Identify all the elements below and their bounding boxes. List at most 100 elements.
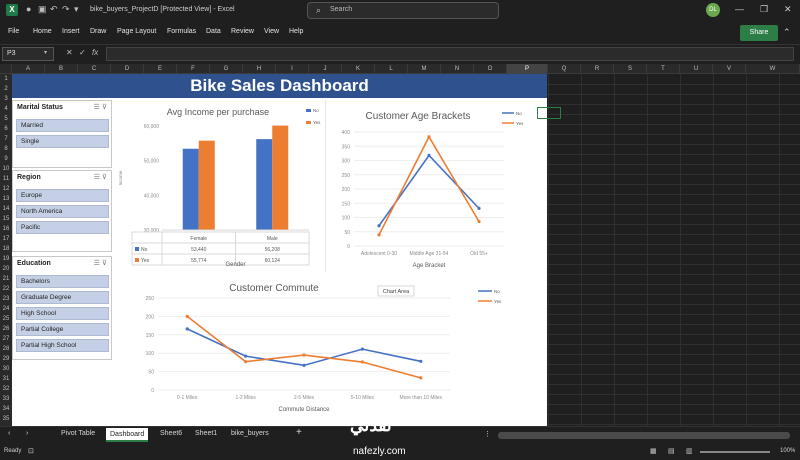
slicer-item-graduate-degree[interactable]: Graduate Degree <box>16 291 109 304</box>
page-layout-view-icon[interactable]: ▤ <box>668 447 675 455</box>
zoom-slider[interactable] <box>700 451 770 453</box>
menu-file[interactable]: File <box>8 28 19 35</box>
slicer-education[interactable]: Education ☰ ⊽ Bachelors Graduate Degree … <box>12 256 112 360</box>
column-header-cell[interactable]: V <box>713 64 746 74</box>
enter-formula-icon[interactable]: ✓ <box>79 48 86 57</box>
column-header-cell[interactable]: T <box>647 64 680 74</box>
redo-icon[interactable]: ↷ <box>62 4 70 15</box>
row-header-cell[interactable]: 24 <box>0 304 12 314</box>
menu-view[interactable]: View <box>264 28 279 35</box>
row-header-cell[interactable]: 22 <box>0 284 12 294</box>
slicer-item-single[interactable]: Single <box>16 135 109 148</box>
row-header-cell[interactable]: 32 <box>0 384 12 394</box>
column-header-cell[interactable]: O <box>474 64 507 74</box>
column-header-cell[interactable]: D <box>111 64 144 74</box>
restore-icon[interactable]: ❐ <box>760 4 768 15</box>
row-header-cell[interactable]: 20 <box>0 264 12 274</box>
column-header-cell[interactable]: M <box>408 64 441 74</box>
column-header-cell[interactable]: S <box>614 64 647 74</box>
row-header-cell[interactable]: 18 <box>0 244 12 254</box>
slicer-region[interactable]: Region ☰ ⊽ Europe North America Pacific <box>12 170 112 252</box>
column-header-cell-selected[interactable]: P <box>507 64 548 74</box>
row-header-cell[interactable]: 15 <box>0 214 12 224</box>
row-header-cell[interactable]: 26 <box>0 324 12 334</box>
tab-pivot-table[interactable]: Pivot Table <box>61 430 95 437</box>
slicer-item-bachelors[interactable]: Bachelors <box>16 275 109 288</box>
cancel-formula-icon[interactable]: ✕ <box>66 48 73 57</box>
row-header-cell[interactable]: 12 <box>0 184 12 194</box>
menu-home[interactable]: Home <box>33 28 52 35</box>
name-box-dropdown-icon[interactable]: ▾ <box>44 49 47 56</box>
row-header-cell[interactable]: 25 <box>0 314 12 324</box>
select-all-corner[interactable] <box>0 64 12 74</box>
tab-scroll-left-icon[interactable]: ‹ <box>8 430 10 437</box>
multi-select-icon[interactable]: ☰ ⊽ <box>94 103 107 111</box>
row-header-cell[interactable]: 30 <box>0 364 12 374</box>
column-header-cell[interactable]: H <box>243 64 276 74</box>
slicer-item-north-america[interactable]: North America <box>16 205 109 218</box>
column-header-cell[interactable]: U <box>680 64 713 74</box>
column-header-cell[interactable]: E <box>144 64 177 74</box>
column-header-cell[interactable]: L <box>375 64 408 74</box>
undo-icon[interactable]: ↶ <box>50 4 58 15</box>
share-button[interactable]: Share <box>740 25 778 41</box>
row-header-cell[interactable]: 19 <box>0 254 12 264</box>
row-header-cell[interactable]: 14 <box>0 204 12 214</box>
slicer-item-partial-high-school[interactable]: Partial High School <box>16 339 109 352</box>
multi-select-icon[interactable]: ☰ ⊽ <box>94 173 107 181</box>
ribbon-collapse-icon[interactable]: ⌃ <box>783 27 791 38</box>
row-header-cell[interactable]: 31 <box>0 374 12 384</box>
row-header-cell[interactable]: 3 <box>0 94 12 104</box>
save-icon[interactable]: ▣ <box>38 4 47 15</box>
row-header-cell[interactable]: 5 <box>0 114 12 124</box>
menu-formulas[interactable]: Formulas <box>167 28 196 35</box>
column-header-cell[interactable]: W <box>746 64 800 74</box>
multi-select-icon[interactable]: ☰ ⊽ <box>94 259 107 267</box>
autosave-toggle-icon[interactable]: ● <box>26 4 31 14</box>
row-header-cell[interactable]: 6 <box>0 124 12 134</box>
menu-data[interactable]: Data <box>206 28 221 35</box>
menu-insert[interactable]: Insert <box>62 28 80 35</box>
chart-age-brackets[interactable]: Customer Age Brackets 0 50 100 150 200 250 300 3… <box>325 100 535 272</box>
user-avatar[interactable]: DL <box>706 3 720 17</box>
column-header-cell[interactable]: N <box>441 64 474 74</box>
row-header-cell[interactable]: 27 <box>0 334 12 344</box>
formula-input[interactable] <box>106 47 794 61</box>
normal-view-icon[interactable]: ▦ <box>650 447 657 455</box>
tab-bike-buyers[interactable]: bike_buyers <box>231 430 269 437</box>
column-header-cell[interactable]: I <box>276 64 309 74</box>
zoom-level[interactable]: 100% <box>780 448 795 454</box>
row-header-cell[interactable]: 8 <box>0 144 12 154</box>
add-sheet-icon[interactable]: + <box>296 427 302 438</box>
row-header-cell[interactable]: 10 <box>0 164 12 174</box>
tab-sheet1[interactable]: Sheet1 <box>195 430 217 437</box>
menu-help[interactable]: Help <box>289 28 303 35</box>
column-header-cell[interactable]: C <box>78 64 111 74</box>
row-header-cell[interactable]: 17 <box>0 234 12 244</box>
menu-review[interactable]: Review <box>231 28 254 35</box>
row-header-cell[interactable]: 35 <box>0 414 12 424</box>
row-header-cell[interactable]: 16 <box>0 224 12 234</box>
column-header-cell[interactable]: A <box>12 64 45 74</box>
slicer-item-pacific[interactable]: Pacific <box>16 221 109 234</box>
chart-avg-income[interactable]: Avg Income per purchase 30,000 40,000 50,00… <box>114 100 322 270</box>
slicer-item-partial-college[interactable]: Partial College <box>16 323 109 336</box>
column-header-cell[interactable]: J <box>309 64 342 74</box>
row-header-cell[interactable]: 33 <box>0 394 12 404</box>
column-header-cell[interactable]: F <box>177 64 210 74</box>
row-header-cell[interactable]: 29 <box>0 354 12 364</box>
row-header-cell[interactable]: 7 <box>0 134 12 144</box>
tab-options-icon[interactable]: ⋮ <box>484 430 491 438</box>
row-header-cell[interactable]: 2 <box>0 84 12 94</box>
menu-page-layout[interactable]: Page Layout <box>117 28 156 35</box>
row-header-cell[interactable]: 11 <box>0 174 12 184</box>
slicer-item-married[interactable]: Married <box>16 119 109 132</box>
slicer-marital-status[interactable]: Marital Status ☰ ⊽ Married Single <box>12 100 112 168</box>
slicer-item-high-school[interactable]: High School <box>16 307 109 320</box>
row-header-cell[interactable]: 13 <box>0 194 12 204</box>
column-header-cell[interactable]: Q <box>548 64 581 74</box>
accessibility-icon[interactable]: ⊡ <box>28 447 34 455</box>
horizontal-scrollbar[interactable] <box>498 432 790 439</box>
tab-sheet6[interactable]: Sheet6 <box>160 430 182 437</box>
active-cell-p3[interactable] <box>537 107 561 119</box>
